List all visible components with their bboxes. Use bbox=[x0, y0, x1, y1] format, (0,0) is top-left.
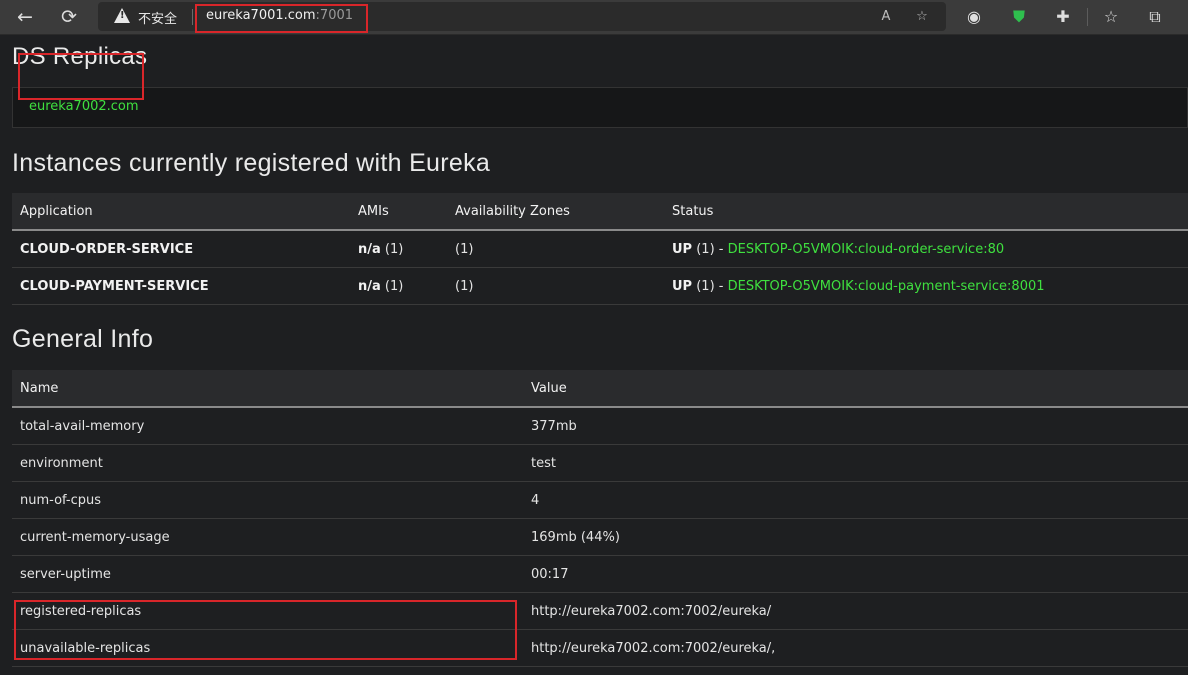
amis-cell: n/a (1) bbox=[350, 230, 447, 268]
status-cell: UP (1) - DESKTOP-O5VMOIK:cloud-order-ser… bbox=[664, 230, 1188, 268]
address-separator bbox=[192, 9, 193, 25]
application-name: CLOUD-ORDER-SERVICE bbox=[12, 230, 350, 268]
table-header-row: Name Value bbox=[12, 370, 1188, 408]
replica-highlight-box bbox=[18, 53, 144, 100]
table-row: CLOUD-PAYMENT-SERVICE n/a (1) (1) UP (1)… bbox=[12, 267, 1188, 305]
info-name: total-avail-memory bbox=[12, 407, 523, 445]
table-row: current-memory-usage 169mb (44%) bbox=[12, 518, 1188, 556]
add-favorite-icon[interactable]: ☆ bbox=[912, 8, 932, 26]
url-highlight-box bbox=[195, 4, 368, 33]
column-header: Application bbox=[12, 193, 350, 231]
column-header: Value bbox=[523, 370, 1188, 408]
status-up: UP bbox=[672, 278, 693, 294]
status-count: (1) - bbox=[696, 241, 724, 257]
shield-icon[interactable]: ⛊ bbox=[1006, 5, 1032, 29]
extensions-icon[interactable]: ✚ bbox=[1050, 5, 1076, 29]
extension-avatar-icon[interactable]: ◉ bbox=[961, 5, 987, 29]
application-name: CLOUD-PAYMENT-SERVICE bbox=[12, 267, 350, 305]
refresh-icon[interactable]: ⟳ bbox=[56, 4, 82, 30]
eureka-page: DS Replicas eureka7002.com Instances cur… bbox=[0, 35, 1188, 675]
table-row: environment test bbox=[12, 444, 1188, 482]
insecure-label[interactable]: 不安全 bbox=[138, 8, 177, 27]
zones-cell: (1) bbox=[447, 230, 664, 268]
amis-count: (1) bbox=[384, 241, 404, 257]
table-row: server-uptime 00:17 bbox=[12, 555, 1188, 593]
table-row: num-of-cpus 4 bbox=[12, 481, 1188, 519]
amis-value: n/a bbox=[358, 278, 381, 294]
info-name: current-memory-usage bbox=[12, 518, 523, 556]
table-row: CLOUD-ORDER-SERVICE n/a (1) (1) UP (1) -… bbox=[12, 230, 1188, 268]
browser-toolbar: ← ⟳ 不安全 eureka7001.com:7001 A ☆ ◉ ⛊ ✚ ☆ … bbox=[0, 0, 1188, 35]
column-header: AMIs bbox=[350, 193, 447, 231]
info-value: test bbox=[523, 444, 1188, 482]
info-value: 00:17 bbox=[523, 555, 1188, 593]
favorites-icon[interactable]: ☆ bbox=[1098, 5, 1124, 29]
info-value: 377mb bbox=[523, 407, 1188, 445]
info-name: server-uptime bbox=[12, 555, 523, 593]
replica-link[interactable]: eureka7002.com bbox=[29, 99, 139, 114]
back-icon[interactable]: ← bbox=[12, 4, 38, 30]
amis-cell: n/a (1) bbox=[350, 267, 447, 305]
info-value: http://eureka7002.com:7002/eureka/ bbox=[523, 592, 1188, 630]
info-name: environment bbox=[12, 444, 523, 482]
instance-link[interactable]: DESKTOP-O5VMOIK:cloud-order-service:80 bbox=[728, 242, 1005, 257]
instances-table: Application AMIs Availability Zones Stat… bbox=[12, 193, 1188, 305]
table-header-row: Application AMIs Availability Zones Stat… bbox=[12, 193, 1188, 231]
status-cell: UP (1) - DESKTOP-O5VMOIK:cloud-payment-s… bbox=[664, 267, 1188, 305]
collections-icon[interactable]: ⧉ bbox=[1142, 5, 1168, 29]
table-row: total-avail-memory 377mb bbox=[12, 407, 1188, 445]
replicas-rows-highlight-box bbox=[14, 600, 517, 660]
info-value: 4 bbox=[523, 481, 1188, 519]
instance-link[interactable]: DESKTOP-O5VMOIK:cloud-payment-service:80… bbox=[728, 279, 1045, 294]
status-count: (1) - bbox=[696, 278, 724, 294]
info-value: http://eureka7002.com:7002/eureka/, bbox=[523, 629, 1188, 667]
warning-icon[interactable] bbox=[114, 8, 130, 23]
amis-count: (1) bbox=[384, 278, 404, 294]
column-header: Status bbox=[664, 193, 1188, 231]
amis-value: n/a bbox=[358, 241, 381, 257]
column-header: Name bbox=[12, 370, 523, 408]
toolbar-separator bbox=[1087, 8, 1088, 26]
zones-cell: (1) bbox=[447, 267, 664, 305]
status-up: UP bbox=[672, 241, 693, 257]
info-value: 169mb (44%) bbox=[523, 518, 1188, 556]
read-aloud-icon[interactable]: A bbox=[876, 8, 896, 26]
general-info-heading: General Info bbox=[12, 325, 154, 353]
instances-heading: Instances currently registered with Eure… bbox=[12, 149, 491, 177]
info-name: num-of-cpus bbox=[12, 481, 523, 519]
column-header: Availability Zones bbox=[447, 193, 664, 231]
ds-replicas-list: eureka7002.com bbox=[12, 87, 1188, 128]
